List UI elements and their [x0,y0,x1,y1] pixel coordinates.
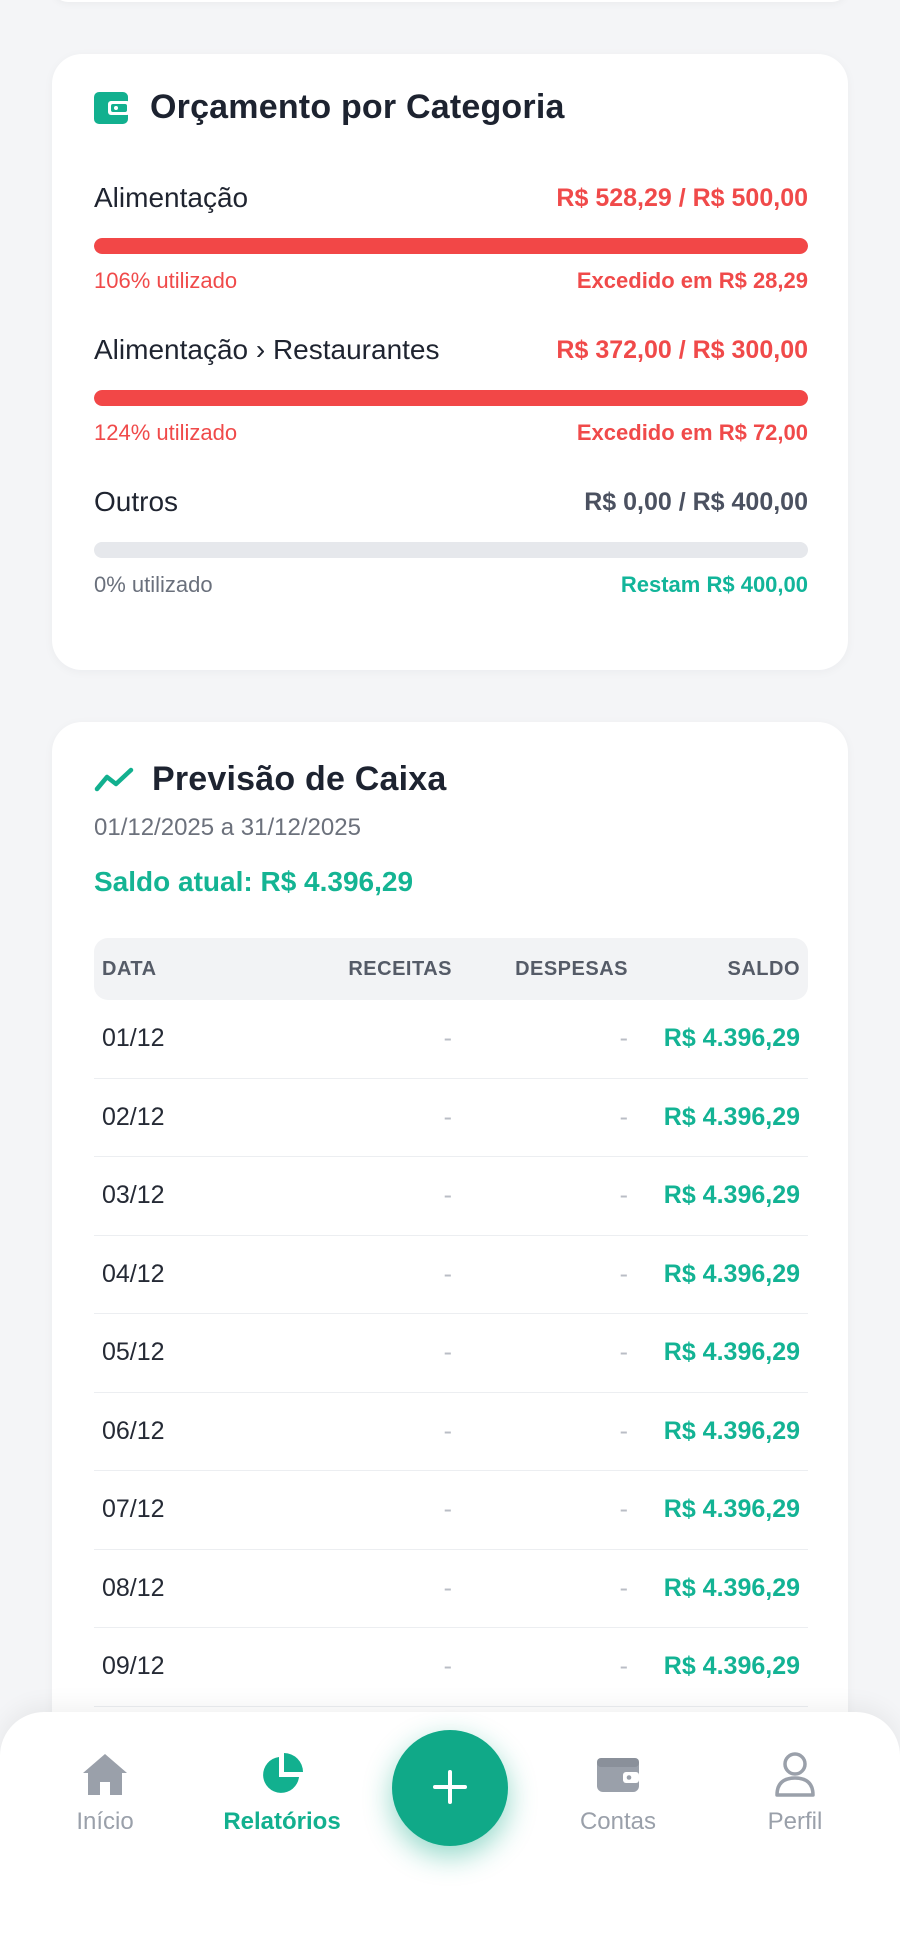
cell-receitas: - [443,1181,452,1210]
nav-item-contas[interactable]: Contas [533,1750,703,1836]
previous-card-edge [52,0,848,2]
nav-label: Contas [579,1808,657,1835]
cell-saldo: R$ 4.396,29 [663,1102,800,1131]
cell-despesas: - [619,1652,628,1681]
cell-despesas: - [619,1024,628,1053]
budget-item-alimentacao[interactable]: Alimentação R$ 528,29 / R$ 500,00 106% u… [94,182,808,294]
column-header-date: DATA [102,957,157,980]
cell-receitas: - [443,1102,452,1131]
budget-item-name: Alimentação [94,182,249,213]
column-header-despesas: DESPESAS [515,957,628,980]
budget-item-percent: 0% utilizado [94,572,213,597]
budget-item-percent: 106% utilizado [94,268,238,293]
budget-progress-bar [94,238,808,254]
cell-date: 05/12 [102,1338,165,1367]
table-body: 01/12- - R$ 4.396,29 02/12- - R$ 4.396,29 03/1… [94,1000,808,1707]
pie-chart-icon [197,1750,367,1798]
table-header: DATA RECEITAS DESPESAS SALDO [94,938,808,1000]
table-row[interactable]: 04/12 - - R$ 4.396,29 [94,1236,808,1314]
budget-item-restaurantes[interactable]: Alimentação › Restaurantes R$ 372,00 / R… [94,334,808,446]
current-balance: Saldo atual: R$ 4.396,29 [94,866,414,897]
budget-title: Orçamento por Categoria [150,88,565,126]
table-row[interactable]: 06/12 - - R$ 4.396,29 [94,1393,808,1471]
cell-despesas: - [619,1573,628,1602]
cell-despesas: - [619,1181,628,1210]
cell-date: 03/12 [102,1181,165,1210]
table-row[interactable]: 02/12 - - R$ 4.396,29 [94,1079,808,1157]
trend-line-icon [94,765,134,795]
cell-date: 04/12 [102,1259,165,1288]
column-header-receitas: RECEITAS [348,957,452,980]
budget-progress-fill [94,390,808,406]
table-row[interactable]: 08/12 - - R$ 4.396,29 [94,1550,808,1628]
table-row[interactable]: 09/12 - - R$ 4.396,29 [94,1628,808,1707]
forecast-header: Previsão de Caixa [94,760,446,799]
cell-saldo: R$ 4.396,29 [663,1024,800,1053]
cell-despesas: - [619,1102,628,1131]
table-row[interactable]: 07/12 - - R$ 4.396,29 [94,1471,808,1550]
budget-progress-bar [94,390,808,406]
cell-saldo: R$ 4.396,29 [663,1652,800,1681]
cell-receitas: - [443,1338,452,1367]
cell-saldo: R$ 4.396,29 [663,1181,800,1210]
cell-saldo: R$ 4.396,29 [663,1495,800,1524]
cell-despesas: - [619,1259,628,1288]
forecast-period: 01/12/2025 a 31/12/2025 [94,814,361,841]
cell-date: 06/12 [102,1416,165,1445]
budget-item-note: Restam R$ 400,00 [620,572,808,597]
nav-label: Relatórios [223,1808,341,1835]
cell-receitas: - [443,1416,452,1445]
user-icon [710,1750,880,1798]
cell-receitas: - [443,1024,452,1053]
home-icon [20,1750,190,1798]
budget-progress-fill [94,238,808,254]
wallet-icon [533,1750,703,1798]
cell-date: 08/12 [102,1573,165,1602]
nav-item-perfil[interactable]: Perfil [710,1750,880,1836]
cell-saldo: R$ 4.396,29 [663,1416,800,1445]
cell-receitas: - [443,1573,452,1602]
budget-item-amount: R$ 0,00 / R$ 400,00 [584,487,808,516]
cell-date: 02/12 [102,1102,165,1131]
cell-receitas: - [443,1495,452,1524]
nav-item-inicio[interactable]: Início [20,1750,190,1836]
budget-item-outros[interactable]: Outros R$ 0,00 / R$ 400,00 0% utilizado … [94,486,808,598]
cell-receitas: - [443,1652,452,1681]
table-row[interactable]: 03/12 - - R$ 4.396,29 [94,1157,808,1236]
budget-item-amount: R$ 372,00 / R$ 300,00 [556,335,808,364]
cell-receitas: - [443,1259,452,1288]
cell-date: 09/12 [102,1652,165,1681]
nav-label: Início [76,1808,134,1835]
add-transaction-button[interactable] [392,1730,508,1846]
budget-item-note: Excedido em R$ 72,00 [576,420,808,445]
budget-progress-bar [94,542,808,558]
cell-date: 07/12 [102,1495,165,1524]
budget-item-name: Outros [94,486,179,517]
budget-item-name: Alimentação › Restaurantes [94,334,440,365]
cell-saldo: R$ 4.396,29 [663,1573,800,1602]
budget-item-percent: 124% utilizado [94,420,238,445]
budget-header: Orçamento por Categoria [94,88,565,127]
plus-icon [430,1767,470,1810]
forecast-table: DATA RECEITAS DESPESAS SALDO 01/12 - - R$ 4… [94,938,808,1707]
table-row[interactable]: 01/12 - - R$ 4.396,29 [94,1000,808,1079]
cell-despesas: - [619,1416,628,1445]
budget-item-amount: R$ 528,29 / R$ 500,00 [556,183,808,212]
budget-card: Orçamento por Categoria Alimentação R$ 5… [52,54,848,670]
cell-despesas: - [619,1495,628,1524]
cell-despesas: - [619,1338,628,1367]
column-header-saldo: SALDO [727,957,800,980]
nav-item-relatorios[interactable]: Relatórios [197,1750,367,1836]
cell-saldo: R$ 4.396,29 [663,1338,800,1367]
wallet-icon [94,91,130,124]
cell-date: 01/12 [102,1024,165,1053]
nav-label: Perfil [767,1808,823,1835]
table-row[interactable]: 05/12 - - R$ 4.396,29 [94,1314,808,1393]
forecast-title: Previsão de Caixa [152,760,447,798]
cell-saldo: R$ 4.396,29 [663,1259,800,1288]
budget-item-note: Excedido em R$ 28,29 [576,268,808,293]
